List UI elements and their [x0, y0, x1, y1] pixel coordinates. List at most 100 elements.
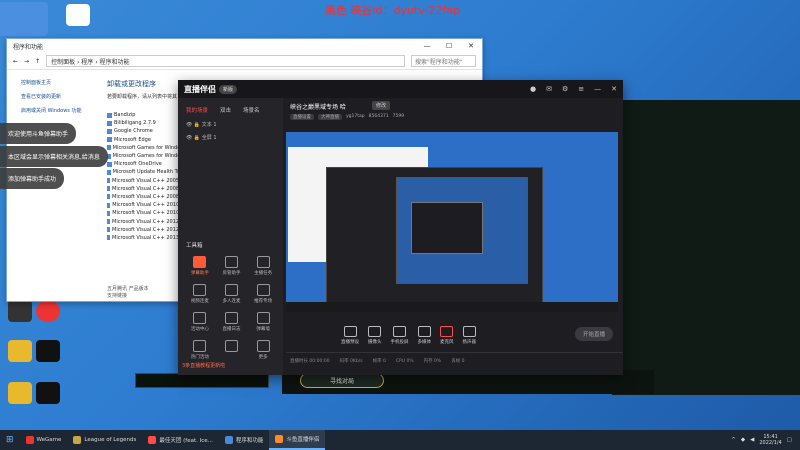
support-link[interactable]: 支持链接 [107, 292, 149, 299]
list-item[interactable]: Microsoft Visual C++ 2012 Re [107, 226, 187, 234]
media-button[interactable]: 多媒体 [418, 325, 431, 345]
tool-empty[interactable] [216, 340, 248, 360]
room-user: yg17tap [346, 114, 365, 119]
live-settings-chip[interactable]: 直播设置 [290, 114, 314, 120]
camera-button[interactable]: 摄像头 [368, 325, 382, 345]
windows-icon: ⊞ [6, 435, 14, 445]
notification-icon[interactable]: ▢ [787, 437, 792, 443]
tab-my-scenes[interactable]: 我的场景 [186, 106, 208, 114]
back-icon[interactable]: ← [13, 58, 18, 65]
volume-icon[interactable]: ◀ [750, 437, 754, 443]
sidebar-link[interactable]: 查看已安装的更新 [21, 93, 101, 100]
desktop-icon-app[interactable] [32, 300, 64, 324]
taskbar-item[interactable]: 程序和功能 [219, 430, 270, 450]
minimize-icon[interactable]: — [594, 85, 601, 93]
settings-icon[interactable]: ⚙ [562, 85, 568, 93]
control-panel-sidebar: 控制面板主页 查看已安装的更新 启用或关闭 Windows 功能 [21, 79, 101, 121]
scene-item[interactable]: 👁 🔒 文本 1 [178, 118, 283, 131]
avatar[interactable]: ● [530, 85, 536, 93]
speaker-button[interactable]: 扬声器 [463, 325, 476, 345]
desktop-icon-capcut[interactable] [32, 340, 64, 364]
program-icon [107, 186, 111, 192]
taskbar-item[interactable]: League of Legends [67, 430, 142, 450]
tool-video-link[interactable]: 视频连麦 [184, 284, 216, 304]
desktop-icon-app[interactable] [4, 340, 36, 364]
network-icon[interactable]: ◆ [741, 437, 745, 443]
game-chat-input[interactable] [135, 373, 269, 388]
program-icon [107, 169, 111, 175]
start-button[interactable]: ⊞ [0, 430, 20, 450]
app-logo: 直播伴侣 新版 [184, 84, 238, 95]
menu-icon[interactable]: ≡ [578, 85, 584, 93]
taskbar-item[interactable]: 最佳天团 (feat. Ice... [142, 430, 219, 450]
forward-icon[interactable]: → [24, 58, 29, 65]
mic-button[interactable]: 麦克风 [440, 325, 454, 345]
close-icon[interactable]: ✕ [611, 85, 617, 93]
list-item[interactable]: Microsoft Games for Windows [107, 152, 187, 160]
up-icon[interactable]: ↑ [35, 58, 40, 65]
tool-danmu-wall[interactable]: 弹幕墙 [247, 312, 279, 332]
tool-multi-link[interactable]: 多人连麦 [216, 284, 248, 304]
stream-preview[interactable] [286, 132, 618, 312]
preview-taskbar [286, 302, 618, 312]
tab-double[interactable]: 双击 [220, 106, 231, 114]
list-item[interactable]: Microsoft Edge [107, 136, 187, 144]
minimize-icon[interactable]: — [416, 42, 438, 50]
taskbar-item[interactable]: WeGame [20, 430, 68, 450]
stream-companion-window: 直播伴侣 新版 ● ✉ ⚙ ≡ — ✕ 我的场景 双击 场景名 👁 🔒 文本 1… [178, 80, 623, 375]
tool-recommend[interactable]: 推荐专场 [247, 284, 279, 304]
clock[interactable]: 15:41 2022/1/4 [759, 434, 781, 446]
list-item[interactable]: Microsoft Visual C++ 2008 Re [107, 193, 187, 201]
tool-host-task[interactable]: 主播任务 [247, 256, 279, 276]
app-icon [25, 436, 34, 444]
phone-cast-button[interactable]: 手机投屏 [391, 325, 409, 345]
mail-icon[interactable]: ✉ [546, 85, 552, 93]
list-item[interactable]: Microsoft Visual C++ 2010 x6 [107, 201, 187, 209]
source-controls: 直播预设 摄像头 手机投屏 多媒体 麦克风 扬声器 [286, 320, 623, 350]
start-live-button[interactable]: 开始直播 [574, 327, 613, 341]
chat-icon [193, 256, 207, 268]
list-item[interactable]: Microsoft Visual C++ 2012 Re [107, 217, 187, 225]
list-item[interactable]: Bandizip [107, 111, 187, 119]
list-item[interactable]: Bilibiligang 2.7.9 [107, 119, 187, 127]
download-icon [224, 340, 238, 352]
edit-room-button[interactable]: 修改 [372, 101, 391, 110]
address-bar[interactable]: 控制面板 › 程序 › 程序和功能 [46, 55, 405, 67]
list-item[interactable]: Microsoft Games for Windows [107, 144, 187, 152]
tool-danmu-assistant[interactable]: 弹幕助手 [184, 256, 216, 276]
tutorial-notice[interactable]: 3条直播教程更新啦 [182, 362, 225, 369]
maximize-icon[interactable]: ☐ [438, 42, 460, 50]
program-details: 五月腾讯 产品版本 支持链接 [107, 285, 149, 299]
program-icon [107, 235, 111, 241]
list-item[interactable]: Microsoft Visual C++ 2010 x8 [107, 209, 187, 217]
programs-header: 卸载或更改程序 若要卸载程序，请从列表中将其 [107, 79, 187, 102]
list-item[interactable]: Microsoft Visual C++ 2013 Re [107, 234, 187, 242]
tool-more[interactable]: 更多 [247, 340, 279, 360]
sidebar-link[interactable]: 控制面板主页 [21, 79, 101, 86]
taskbar-item[interactable]: 斗鱼直播伴侣 [269, 430, 326, 450]
list-item[interactable]: Microsoft OneDrive [107, 160, 187, 168]
tool-activity[interactable]: 活动中心 [184, 312, 216, 332]
search-input[interactable]: 搜索"程序和功能" [411, 55, 476, 67]
tab-scene-name[interactable]: 场景名 [243, 106, 260, 114]
tool-room-admin[interactable]: 房管助手 [216, 256, 248, 276]
list-item[interactable]: Microsoft Visual C++ 2008 Re [107, 185, 187, 193]
tool-hot[interactable]: 热门活动 [184, 340, 216, 360]
program-icon [107, 178, 111, 184]
close-icon[interactable]: ✕ [460, 42, 482, 50]
desktop-icon-app[interactable] [0, 2, 48, 38]
list-item[interactable]: Google Chrome [107, 127, 187, 135]
desktop-icon-capcut[interactable] [32, 382, 64, 406]
find-match-button[interactable]: 寻找对局 [300, 373, 384, 388]
desktop-icon-app[interactable] [62, 4, 94, 28]
list-item[interactable]: Microsoft Visual C++ 2005 Re [107, 177, 187, 185]
list-item[interactable]: Microsoft Update Health Tools [107, 168, 187, 176]
app-icon [275, 435, 284, 443]
preset-button[interactable]: 直播预设 [341, 325, 359, 345]
tool-log[interactable]: 直播日志 [216, 312, 248, 332]
category-chip[interactable]: 大神直播 [318, 114, 342, 120]
scene-item[interactable]: 👁 🔒 全屏 1 [178, 131, 283, 144]
sidebar-link[interactable]: 启用或关闭 Windows 功能 [21, 107, 101, 114]
preview-window [411, 202, 483, 254]
tray-chevron-icon[interactable]: ^ [731, 437, 736, 443]
